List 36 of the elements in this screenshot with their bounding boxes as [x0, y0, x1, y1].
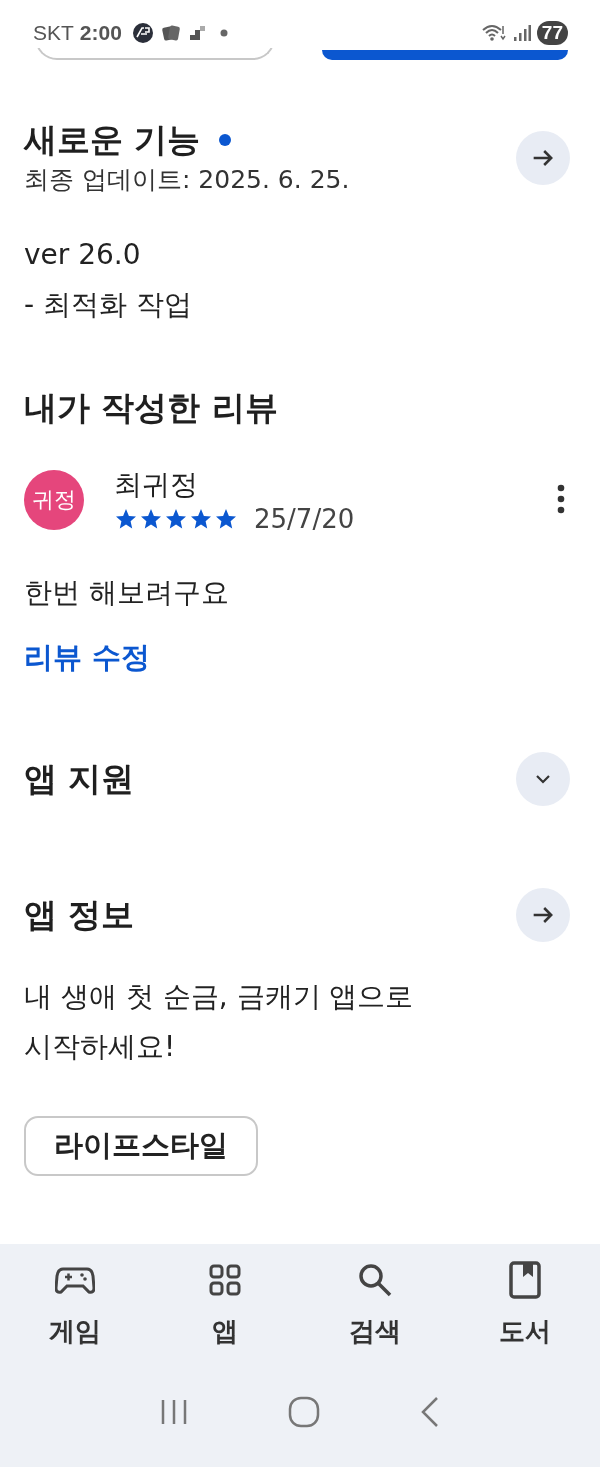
nav-tab[interactable]: 도서 — [465, 1260, 585, 1358]
star-icon — [189, 507, 213, 531]
release-notes: - 최적화 작업 — [24, 287, 193, 323]
app-description: 내 생애 첫 순금, 금캐기 앱으로 시작하세요! — [24, 979, 415, 1065]
nav-tab[interactable]: 게임 — [15, 1260, 135, 1358]
steps-icon — [187, 24, 206, 42]
category-chip[interactable]: 라이프스타일 — [24, 1116, 258, 1176]
version-label: ver 26.0 — [24, 237, 142, 273]
app-notification-icon — [131, 22, 154, 44]
section-title: 내가 작성한 리뷰 — [24, 387, 279, 429]
home-icon[interactable] — [288, 1395, 320, 1428]
signal-icon — [512, 24, 531, 42]
carrier-name: SKT — [33, 21, 74, 45]
edit-review-link[interactable]: 리뷰 수정 — [24, 638, 151, 678]
arrow-button[interactable] — [516, 888, 570, 942]
star-icon — [139, 507, 163, 531]
wifi-icon — [480, 22, 507, 44]
update-date: 최종 업데이트: 2025. 6. 25. — [24, 164, 350, 196]
battery-level: 77 — [536, 21, 568, 45]
book-icon — [509, 1260, 541, 1300]
clock-time: 2:00 — [79, 21, 122, 45]
primary-button[interactable] — [322, 50, 568, 60]
review-text: 한번 해보려구요 — [24, 575, 230, 611]
review-date: 25/7/20 — [254, 504, 355, 534]
section-title: 앱 지원 — [24, 758, 135, 800]
dot-icon — [219, 29, 228, 37]
star-icon — [114, 507, 138, 531]
section-title: 새로운 기능 — [24, 119, 201, 161]
nav-tab[interactable]: 검색 — [315, 1260, 435, 1358]
arrow-button[interactable] — [516, 131, 570, 185]
nav-tab[interactable]: 앱 — [165, 1260, 285, 1358]
avatar: 귀정 — [24, 470, 84, 530]
star-icon — [164, 507, 188, 531]
reviewer-name: 최귀정 — [114, 467, 199, 503]
star-icon — [214, 507, 238, 531]
section-title: 앱 정보 — [24, 894, 135, 936]
